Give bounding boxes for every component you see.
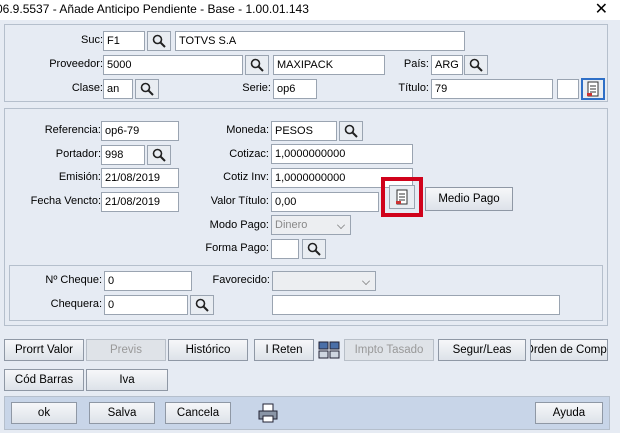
search-icon (307, 242, 321, 256)
impto-tasado-button[interactable]: Impto Tasado (344, 339, 434, 361)
medio-pago-button[interactable]: Medio Pago (425, 187, 513, 211)
ayuda-button[interactable]: Ayuda (535, 402, 603, 424)
calculator-icon (318, 341, 340, 359)
pais-search-button[interactable] (464, 55, 488, 75)
referencia-label: Referencia: (44, 124, 101, 136)
suc-label: Suc: (80, 34, 103, 46)
cotizac-input[interactable]: 1,0000000000 (271, 144, 413, 164)
suc-input[interactable]: F1 (103, 31, 145, 51)
pais-label: País: (403, 58, 429, 70)
suc-name-field: TOTVS S.A (175, 31, 465, 51)
nro-cheque-label: Nº Cheque: (45, 274, 102, 286)
emision-input[interactable]: 21/08/2019 (101, 168, 179, 188)
modo-pago-value: Dinero (275, 219, 308, 231)
prorrt-valor-button[interactable]: Prorrt Valor (4, 339, 84, 361)
nro-cheque-input[interactable]: 0 (104, 271, 192, 291)
portador-label: Portador: (55, 148, 101, 160)
search-icon (152, 148, 166, 162)
valor-document-button[interactable] (389, 185, 415, 209)
header-panel: Suc: F1 TOTVS S.A Proveedor: 5000 MAXIPA… (4, 24, 608, 102)
chevron-down-icon (337, 221, 345, 229)
modo-pago-select[interactable]: Dinero (271, 215, 351, 235)
iva-button[interactable]: Iva (86, 369, 168, 391)
suc-search-button[interactable] (147, 31, 171, 51)
clase-search-button[interactable] (135, 79, 159, 99)
cheque-panel: Nº Cheque: 0 Favorecido: Chequera: 0 (9, 265, 603, 321)
chequera-desc-field (272, 295, 560, 315)
chequera-label: Chequera: (50, 298, 102, 310)
valor-titulo-label: Valor Título: (210, 195, 269, 207)
print-button[interactable] (255, 401, 281, 425)
vencto-input[interactable]: 21/08/2019 (101, 192, 179, 212)
orden-compra-button[interactable]: Orden de Compr. (530, 339, 608, 361)
portador-search-button[interactable] (147, 145, 171, 165)
cod-barras-button[interactable]: Cód Barras (4, 369, 84, 391)
favorecido-label: Favorecido: (212, 274, 270, 286)
cotizac-label: Cotizac: (229, 148, 269, 160)
details-panel: Referencia: op6-79 Portador: 998 Emisión… (4, 108, 608, 326)
search-icon (195, 298, 209, 312)
segur-leas-button[interactable]: Segur/Leas (438, 339, 526, 361)
moneda-label: Moneda: (226, 124, 269, 136)
window-title: 06.9.5537 - Añade Anticipo Pendiente - B… (0, 2, 309, 16)
chequera-search-button[interactable] (190, 295, 214, 315)
proveedor-input[interactable]: 5000 (103, 55, 243, 75)
vencto-label: Fecha Vencto: (30, 195, 101, 207)
titulo-input[interactable]: 79 (431, 79, 553, 99)
titulo-extra-field[interactable] (557, 79, 579, 99)
portador-input[interactable]: 998 (101, 145, 145, 165)
cancela-button[interactable]: Cancela (165, 402, 231, 424)
footer-bar: ok Salva Cancela Ayuda (4, 396, 610, 430)
proveedor-search-button[interactable] (245, 55, 269, 75)
forma-pago-search-button[interactable] (302, 239, 326, 259)
titulo-label: Título: (398, 82, 429, 94)
forma-pago-input[interactable] (271, 239, 299, 259)
chevron-down-icon (362, 277, 370, 285)
title-bar: 06.9.5537 - Añade Anticipo Pendiente - B… (0, 0, 620, 20)
titulo-document-button[interactable] (581, 78, 605, 100)
document-icon (396, 189, 408, 205)
ok-button[interactable]: ok (11, 402, 77, 424)
clase-label: Clase: (71, 82, 103, 94)
pais-input[interactable]: ARG (431, 55, 463, 75)
modo-pago-label: Modo Pago: (209, 219, 269, 231)
proveedor-label: Proveedor: (49, 58, 103, 70)
favorecido-select[interactable] (272, 271, 376, 291)
search-icon (250, 58, 264, 72)
salva-button[interactable]: Salva (89, 402, 155, 424)
historico-button[interactable]: Histórico (168, 339, 248, 361)
chequera-input[interactable]: 0 (104, 295, 188, 315)
referencia-input[interactable]: op6-79 (101, 121, 179, 141)
clase-input[interactable]: an (103, 79, 133, 99)
previs-button[interactable]: Previs (86, 339, 166, 361)
document-icon (587, 81, 599, 97)
forma-pago-label: Forma Pago: (205, 242, 269, 254)
search-icon (152, 34, 166, 48)
close-icon[interactable]: ✕ (595, 0, 608, 19)
search-icon (344, 124, 358, 138)
cotizinv-label: Cotiz Inv: (223, 171, 269, 183)
serie-input[interactable]: op6 (273, 79, 317, 99)
moneda-search-button[interactable] (339, 121, 363, 141)
dialog-body: Suc: F1 TOTVS S.A Proveedor: 5000 MAXIPA… (0, 20, 620, 433)
printer-icon (258, 403, 278, 423)
ireten-button[interactable]: I Reten (254, 339, 314, 361)
valor-titulo-input[interactable]: 0,00 (271, 192, 379, 212)
calculator-button[interactable] (316, 338, 342, 362)
moneda-input[interactable]: PESOS (271, 121, 337, 141)
emision-label: Emisión: (58, 171, 101, 183)
search-icon (140, 82, 154, 96)
search-icon (469, 58, 483, 72)
proveedor-name-field: MAXIPACK (273, 55, 385, 75)
serie-label: Serie: (242, 82, 271, 94)
